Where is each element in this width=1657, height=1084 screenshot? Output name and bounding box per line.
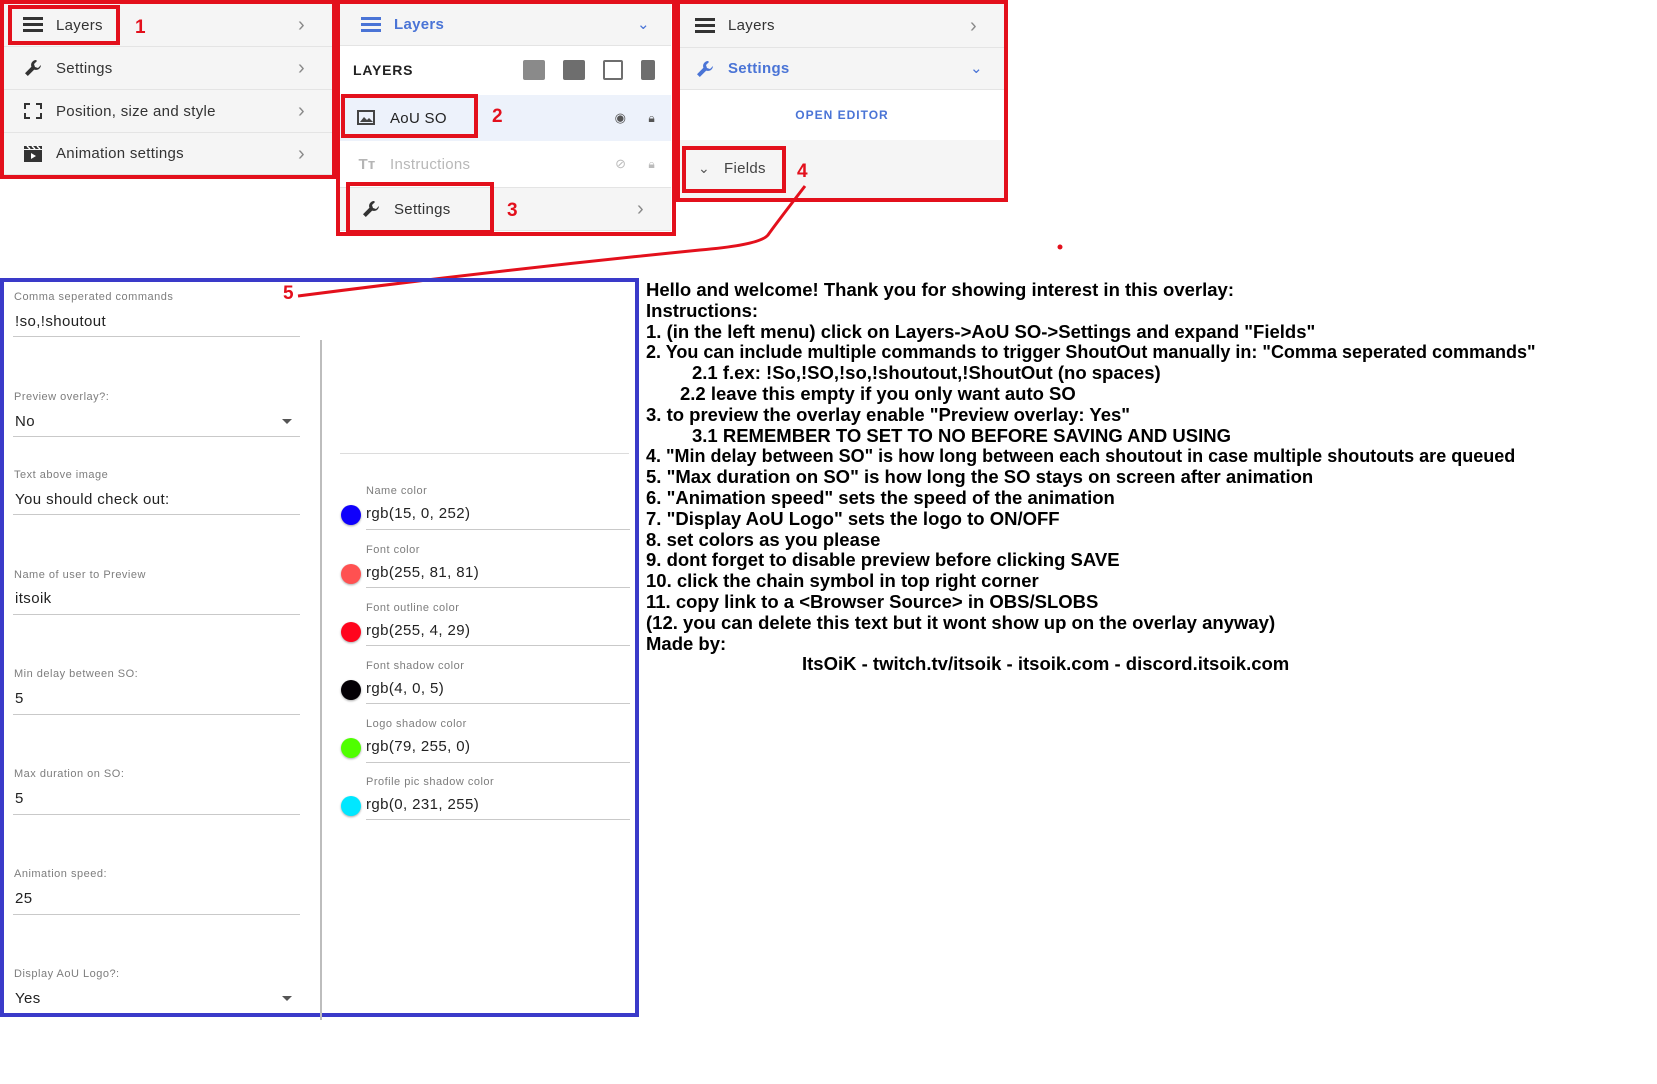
input-underline: [366, 703, 630, 704]
color-swatch[interactable]: [341, 505, 361, 525]
field-label: Comma seperated commands: [14, 291, 174, 303]
color-swatch[interactable]: [341, 680, 361, 700]
dropdown-caret-icon[interactable]: [282, 996, 292, 1001]
instruction-credits: ItsOiK - twitch.tv/itsoik - itsoik.com -…: [802, 653, 1290, 675]
text-above-image-input[interactable]: You should check out:: [15, 491, 170, 508]
instruction-line: (12. you can delete this text but it won…: [646, 611, 1276, 633]
annotation-connector-line: [297, 185, 1063, 298]
preview-overlay-select[interactable]: No: [15, 413, 35, 430]
field-label: Animation speed:: [14, 868, 107, 880]
column-divider: [320, 340, 322, 1020]
instruction-line: 9. dont forget to disable preview before…: [646, 549, 1120, 571]
color-swatch[interactable]: [341, 738, 361, 758]
input-underline: [366, 529, 630, 530]
font-color-input[interactable]: rgb(255, 81, 81): [366, 564, 479, 581]
instruction-line: 1. (in the left menu) click on Layers->A…: [646, 320, 1316, 342]
instruction-line: 2. You can include multiple commands to …: [646, 342, 1536, 363]
input-underline: [366, 587, 630, 588]
instruction-line: 10. click the chain symbol in top right …: [646, 570, 1039, 592]
instruction-line: Instructions:: [646, 299, 759, 321]
color-field-label: Font outline color: [366, 602, 460, 614]
color-field-label: Logo shadow color: [366, 718, 467, 730]
field-label: Preview overlay?:: [14, 391, 110, 403]
input-underline: [13, 914, 300, 915]
animation-speed-input[interactable]: 25: [15, 890, 33, 907]
color-field-label: Profile pic shadow color: [366, 776, 495, 788]
field-label: Name of user to Preview: [14, 569, 146, 581]
color-swatch[interactable]: [341, 622, 361, 642]
instructions-text: Hello and welcome! Thank you for showing…: [646, 279, 1646, 675]
field-label: Display AoU Logo?:: [14, 968, 120, 980]
input-underline: [13, 814, 300, 815]
input-underline: [13, 336, 300, 337]
min-delay-input[interactable]: 5: [15, 690, 24, 707]
logo-shadow-color-input[interactable]: rgb(79, 255, 0): [366, 738, 470, 755]
instruction-line: 5. "Max duration on SO" is how long the …: [646, 466, 1314, 488]
input-underline: [13, 514, 300, 515]
field-label: Text above image: [14, 469, 109, 481]
font-outline-color-input[interactable]: rgb(255, 4, 29): [366, 622, 470, 639]
name-color-input[interactable]: rgb(15, 0, 252): [366, 505, 470, 522]
instruction-line: 2.1 f.ex: !So,!SO,!so,!shoutout,!ShoutOu…: [692, 362, 1161, 384]
field-label: Max duration on SO:: [14, 768, 125, 780]
color-swatch[interactable]: [341, 796, 361, 816]
commands-input[interactable]: !so,!shoutout: [15, 313, 106, 330]
instruction-line: 3.1 REMEMBER TO SET TO NO BEFORE SAVING …: [692, 424, 1231, 446]
color-swatch[interactable]: [341, 564, 361, 584]
instruction-line: 8. set colors as you please: [646, 528, 881, 550]
instruction-line: 6. "Animation speed" sets the speed of t…: [646, 486, 1115, 508]
display-logo-select[interactable]: Yes: [15, 990, 41, 1007]
instruction-line: 7. "Display AoU Logo" sets the logo to O…: [646, 507, 1060, 529]
instruction-line: Hello and welcome! Thank you for showing…: [646, 279, 1234, 300]
color-field-label: Font shadow color: [366, 660, 465, 672]
input-underline: [13, 614, 300, 615]
section-divider: [340, 453, 629, 454]
profile-pic-shadow-color-input[interactable]: rgb(0, 231, 255): [366, 796, 479, 813]
color-field-label: Font color: [366, 544, 420, 556]
instruction-line: Made by:: [646, 632, 727, 654]
max-duration-input[interactable]: 5: [15, 790, 24, 807]
input-underline: [13, 436, 300, 437]
instruction-line: 3. to preview the overlay enable "Previe…: [646, 403, 1131, 425]
font-shadow-color-input[interactable]: rgb(4, 0, 5): [366, 680, 444, 697]
instruction-line: 2.2 leave this empty if you only want au…: [680, 382, 1076, 404]
instruction-line: 11. copy link to a <Browser Source> in O…: [646, 590, 1099, 612]
color-field-label: Name color: [366, 485, 428, 497]
dropdown-caret-icon[interactable]: [282, 419, 292, 424]
input-underline: [366, 645, 630, 646]
field-label: Min delay between SO:: [14, 668, 139, 680]
input-underline: [13, 714, 300, 715]
input-underline: [366, 819, 630, 820]
preview-user-input[interactable]: itsoik: [15, 590, 52, 607]
input-underline: [366, 762, 630, 763]
instruction-line: 4. "Min delay between SO" is how long be…: [646, 446, 1516, 467]
